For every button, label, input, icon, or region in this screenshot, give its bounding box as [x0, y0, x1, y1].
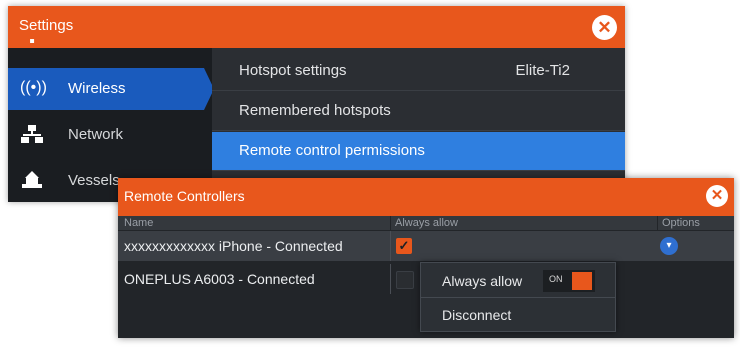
hotspot-value: Elite-Ti2 — [515, 62, 570, 79]
wireless-icon: ((•)) — [20, 79, 47, 96]
toggle-knob — [572, 272, 592, 290]
settings-close-button[interactable]: ✕ — [592, 15, 617, 40]
menu-item-label: Always allow — [442, 273, 523, 289]
panel-item-hotspot-settings[interactable]: Hotspot settings Elite-Ti2 — [212, 52, 625, 91]
device-name: xxxxxxxxxxxxx iPhone - Connected — [124, 238, 343, 254]
network-icon — [20, 124, 44, 144]
column-label: Name — [124, 217, 154, 229]
remote-titlebar: Remote Controllers ✕ — [118, 178, 734, 216]
settings-window: Settings ✕ ▪ ((•)) Wireless Network Vess… — [8, 6, 625, 202]
remote-title: Remote Controllers — [124, 188, 245, 204]
sidebar-item-partial[interactable]: ▪ — [8, 33, 212, 52]
panel-item-remembered-hotspots[interactable]: Remembered hotspots — [212, 92, 625, 131]
toggle-label: ON — [549, 274, 563, 284]
menu-item-always-allow[interactable]: Always allow ON — [421, 265, 615, 298]
options-popup-menu: Always allow ON Disconnect — [420, 262, 616, 332]
always-allow-toggle[interactable]: ON — [543, 270, 595, 292]
table-row[interactable]: xxxxxxxxxxxxx iPhone - Connected ✓ — [118, 231, 734, 261]
column-label: Options — [662, 217, 700, 229]
sidebar-item-network[interactable]: Network — [8, 114, 212, 156]
panel-item-remote-control-permissions[interactable]: Remote control permissions — [212, 132, 625, 171]
column-divider — [390, 264, 391, 294]
sidebar-item-label: Vessels — [68, 172, 120, 189]
partial-icon: ▪ — [29, 33, 35, 50]
always-allow-checkbox[interactable] — [396, 271, 414, 289]
column-header-options: Options — [658, 216, 734, 230]
device-name: ONEPLUS A6003 - Connected — [124, 271, 315, 287]
vessel-icon — [20, 170, 44, 190]
sidebar-item-wireless[interactable]: ((•)) Wireless — [8, 68, 214, 110]
menu-item-disconnect[interactable]: Disconnect — [421, 299, 615, 331]
chevron-down-icon: ▾ — [666, 240, 672, 251]
panel-item-label: Remembered hotspots — [239, 102, 391, 119]
options-button[interactable]: ▾ — [660, 237, 678, 255]
sidebar-item-label: Network — [68, 126, 124, 143]
panel-item-label: Remote control permissions — [239, 142, 425, 159]
close-icon: ✕ — [597, 18, 612, 37]
panel-item-label: Hotspot settings — [239, 62, 347, 79]
always-allow-checkbox[interactable]: ✓ — [396, 238, 412, 254]
sidebar-item-label: Wireless — [68, 80, 126, 97]
column-divider — [390, 231, 391, 261]
settings-titlebar: Settings ✕ — [8, 6, 625, 48]
column-label: Always allow — [395, 217, 458, 229]
column-header-name: Name — [118, 216, 390, 230]
menu-item-label: Disconnect — [442, 307, 512, 323]
close-icon: ✕ — [710, 187, 724, 204]
remote-close-button[interactable]: ✕ — [706, 185, 728, 207]
column-header-always-allow: Always allow — [391, 216, 657, 230]
